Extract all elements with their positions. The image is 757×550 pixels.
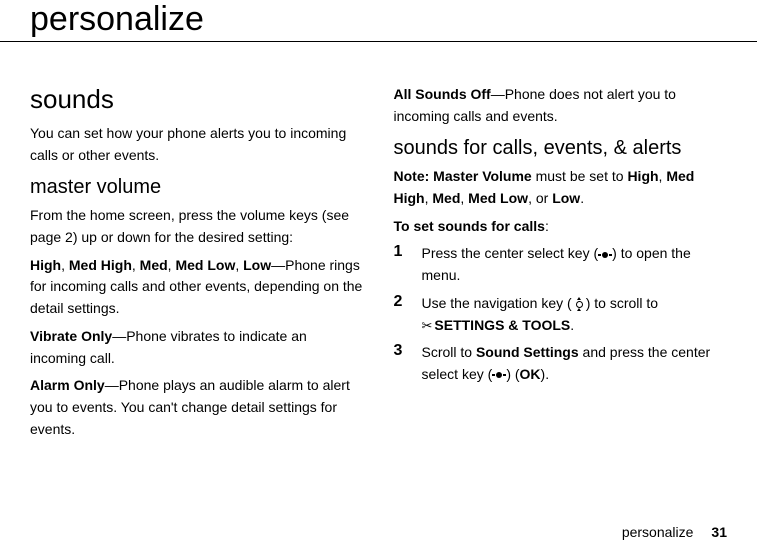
note-line: Note: Master Volume must be set to High,… xyxy=(394,166,728,209)
all-sounds-off-line: All Sounds Off—Phone does not alert you … xyxy=(394,84,728,127)
heading-sounds: sounds xyxy=(30,84,364,115)
center-select-key-icon xyxy=(492,370,506,380)
alarm-only-line: Alarm Only—Phone plays an audible alarm … xyxy=(30,375,364,440)
step-1: 1 Press the center select key () to open… xyxy=(394,243,728,286)
to-set-line: To set sounds for calls: xyxy=(394,216,728,238)
left-column: sounds You can set how your phone alerts… xyxy=(30,66,364,446)
divider xyxy=(0,41,757,42)
heading-sounds-for-calls: sounds for calls, events, & alerts xyxy=(394,137,728,160)
vibrate-only-line: Vibrate Only—Phone vibrates to indicate … xyxy=(30,326,364,369)
sounds-intro: You can set how your phone alerts you to… xyxy=(30,123,364,166)
right-column: All Sounds Off—Phone does not alert you … xyxy=(394,66,728,446)
volume-levels-line: High, Med High, Med, Med Low, Low—Phone … xyxy=(30,255,364,320)
heading-master-volume: master volume xyxy=(30,176,364,199)
step-2: 2 Use the navigation key () to scroll to… xyxy=(394,293,728,336)
settings-tools-icon: ✂ xyxy=(422,318,433,333)
page-footer: personalize31 xyxy=(622,524,727,540)
page-title: personalize xyxy=(30,0,727,39)
step-3: 3 Scroll to Sound Settings and press the… xyxy=(394,342,728,385)
master-volume-intro: From the home screen, press the volume k… xyxy=(30,205,364,248)
center-select-key-icon xyxy=(598,250,612,260)
navigation-key-icon xyxy=(572,298,586,310)
